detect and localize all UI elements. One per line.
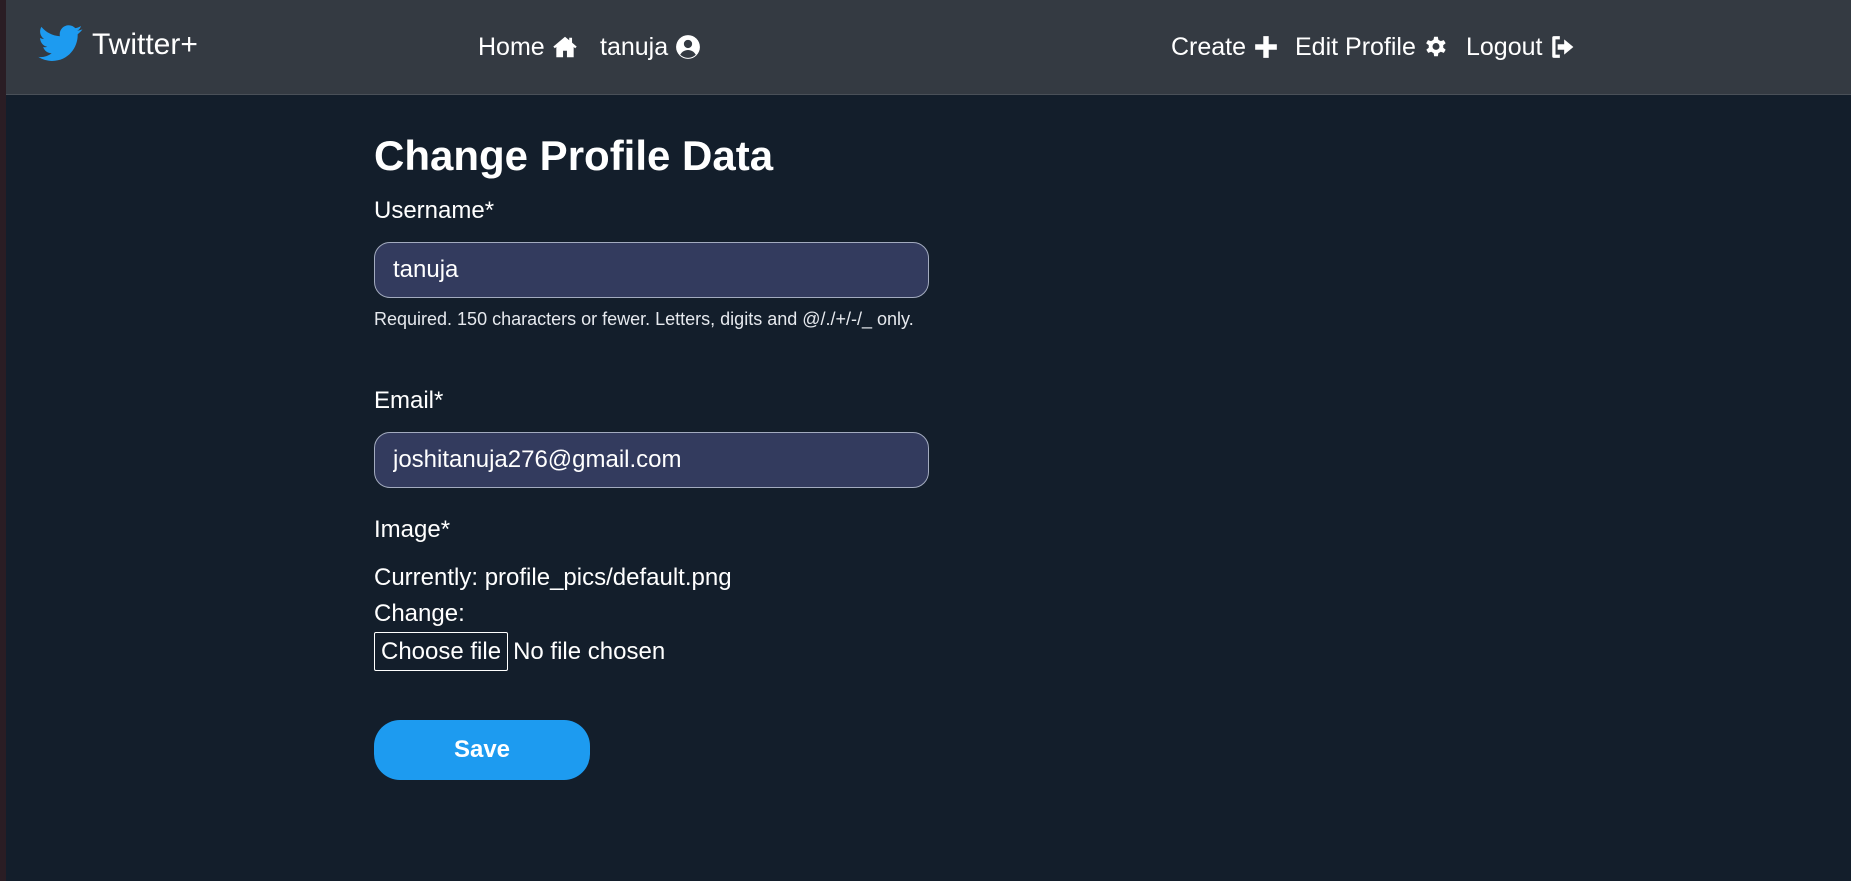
window-edge — [0, 0, 6, 881]
currently-label: Currently: — [374, 564, 479, 591]
gear-icon — [1423, 34, 1449, 60]
user-circle-icon — [675, 34, 701, 60]
nav-home-link[interactable]: Home — [478, 30, 578, 64]
top-navbar: Twitter+ Home tanuja Create Edit Profile — [6, 0, 1851, 95]
file-status-text: No file chosen — [513, 637, 666, 665]
choose-file-button[interactable]: Choose file — [374, 632, 509, 671]
change-label: Change: — [374, 600, 465, 627]
profile-form: Change Profile Data Username* Required. … — [374, 128, 934, 780]
plus-icon — [1253, 34, 1279, 60]
image-label: Image* — [374, 516, 451, 543]
username-label: Username* — [374, 197, 495, 224]
page-title: Change Profile Data — [374, 132, 774, 179]
nav-home-label: Home — [478, 32, 545, 61]
nav-logout-label: Logout — [1466, 32, 1543, 61]
current-image-link[interactable]: profile_pics/default.png — [485, 564, 732, 591]
nav-edit-profile-label: Edit Profile — [1295, 32, 1416, 61]
nav-profile-link[interactable]: tanuja — [600, 30, 701, 64]
nav-create-link[interactable]: Create — [1171, 30, 1279, 64]
brand-link[interactable]: Twitter+ — [36, 22, 198, 68]
logout-icon — [1549, 34, 1575, 60]
nav-edit-profile-link[interactable]: Edit Profile — [1295, 30, 1449, 64]
nav-profile-label: tanuja — [600, 32, 669, 61]
save-button[interactable]: Save — [374, 720, 590, 780]
file-input: Choose file No file chosen — [374, 632, 665, 671]
email-input[interactable] — [374, 432, 929, 488]
username-help-text: Required. 150 characters or fewer. Lette… — [374, 309, 914, 329]
twitter-bird-icon — [36, 21, 86, 70]
email-label: Email* — [374, 387, 444, 414]
brand-name: Twitter+ — [92, 28, 198, 61]
nav-logout-link[interactable]: Logout — [1466, 30, 1575, 64]
nav-create-label: Create — [1171, 32, 1247, 61]
current-image-text: Currently: profile_pics/default.png — [374, 563, 732, 593]
home-icon — [552, 34, 578, 60]
username-input[interactable] — [374, 242, 929, 298]
